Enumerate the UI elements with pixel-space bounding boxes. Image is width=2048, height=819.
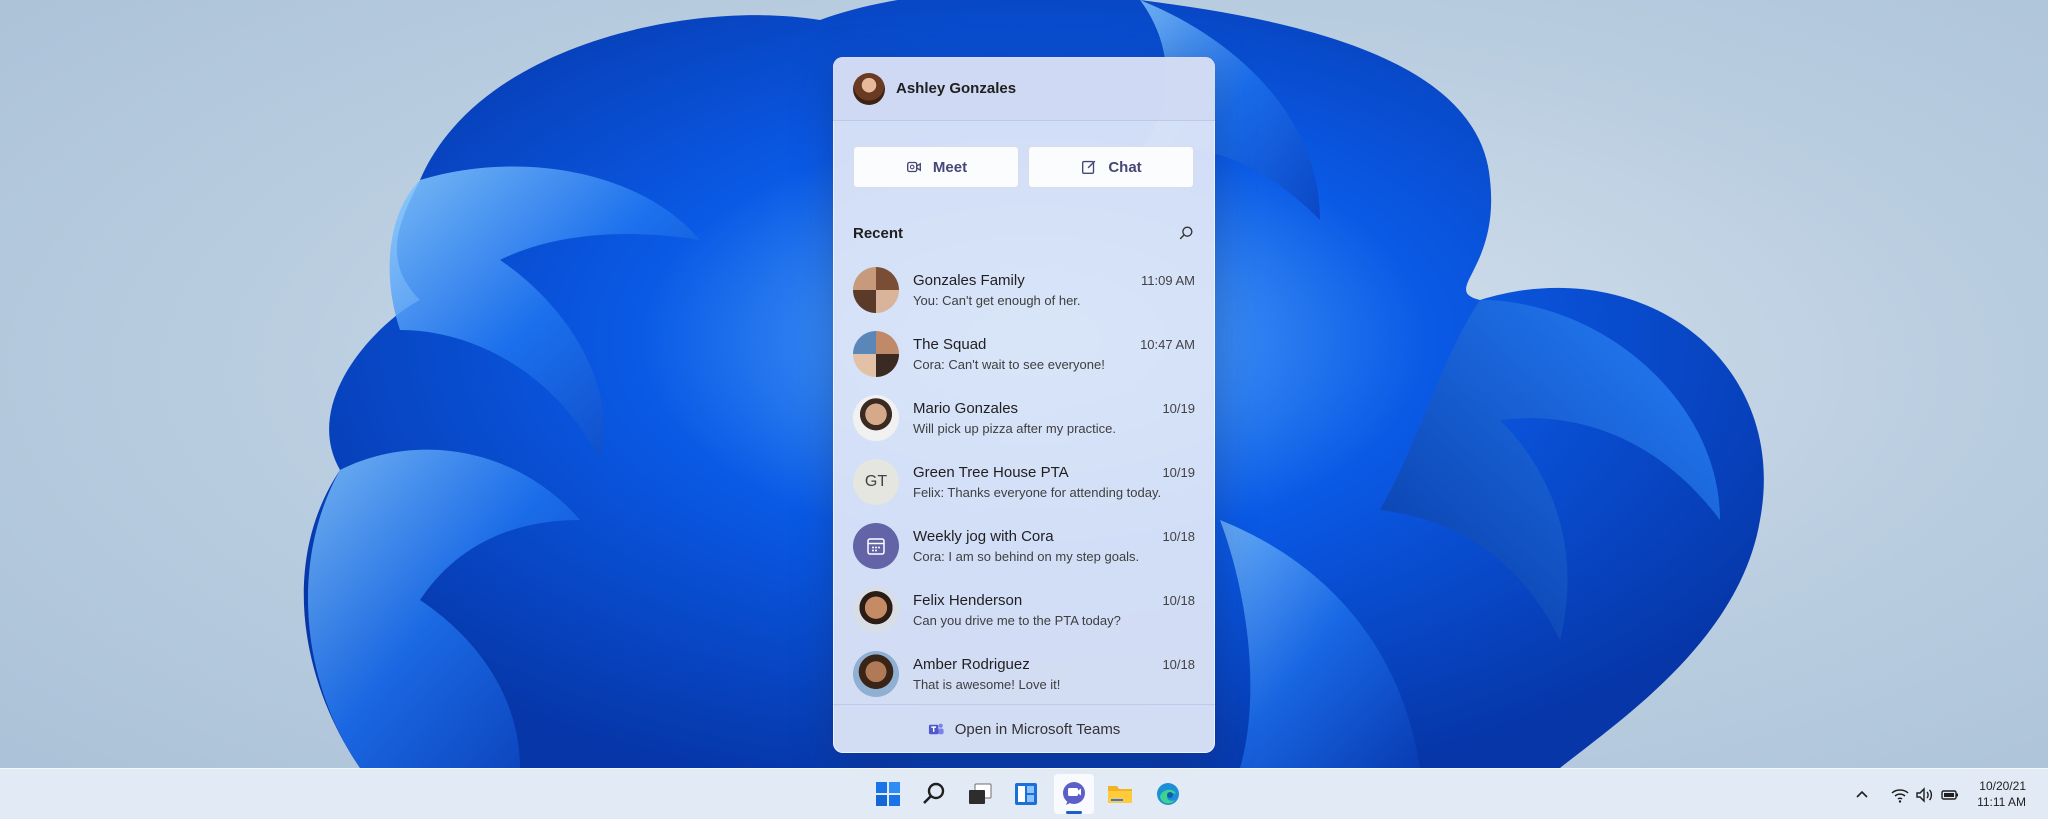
teams-chat-button[interactable]: [1054, 774, 1094, 814]
contact-avatar: [853, 587, 899, 633]
start-button[interactable]: [872, 778, 904, 810]
teams-icon: [928, 723, 944, 734]
video-camera-icon: [906, 161, 921, 173]
group-avatar: [853, 331, 899, 377]
user-avatar[interactable]: [853, 72, 885, 105]
edge-browser-button[interactable]: [1152, 778, 1184, 810]
group-avatar: [853, 267, 899, 313]
chat-preview: Will pick up pizza after my practice.: [913, 421, 1117, 436]
volume-icon[interactable]: [1914, 785, 1934, 805]
chat-time: 10:47 AM: [1140, 337, 1195, 352]
open-in-teams-link[interactable]: Open in Microsoft Teams: [833, 704, 1215, 753]
taskbar-clock[interactable]: 10/20/21 11:11 AM: [1977, 778, 2026, 810]
clock-time: 11:11 AM: [1977, 795, 2026, 809]
chat-name: Felix Henderson: [913, 592, 1023, 609]
chevron-up-icon[interactable]: [1852, 785, 1872, 805]
search-icon[interactable]: [1177, 224, 1195, 242]
chat-time: 10/19: [1162, 465, 1195, 480]
system-tray: [1852, 769, 1960, 819]
chat-time: 10/18: [1162, 657, 1195, 672]
recent-chat-list: Gonzales Family 11:09 AM You: Can't get …: [833, 250, 1215, 706]
widgets-icon: [1015, 783, 1037, 805]
chat-name: Green Tree House PTA: [913, 464, 1069, 481]
chat-name: Weekly jog with Cora: [913, 528, 1054, 545]
chat-item-mario-gonzales[interactable]: Mario Gonzales 10/19 Will pick up pizza …: [833, 386, 1215, 450]
user-name: Ashley Gonzales: [896, 80, 1017, 97]
chat-item-the-squad[interactable]: The Squad 10:47 AM Cora: Can't wait to s…: [833, 322, 1215, 386]
compose-icon: [1082, 160, 1096, 174]
contact-avatar: [853, 651, 899, 697]
chat-preview: Felix: Thanks everyone for attending tod…: [913, 485, 1162, 500]
edge-icon: [1157, 783, 1179, 805]
chat-item-gonzales-family[interactable]: Gonzales Family 11:09 AM You: Can't get …: [833, 258, 1215, 322]
chat-name: Gonzales Family: [913, 272, 1025, 289]
clock-date: 10/20/21: [1979, 779, 2026, 793]
chat-button[interactable]: Chat: [1028, 146, 1194, 188]
teams-chat-flyout: Ashley Gonzales Meet Chat Recent Gonzale…: [833, 57, 1215, 753]
chat-item-felix-henderson[interactable]: Felix Henderson 10/18 Can you drive me t…: [833, 578, 1215, 642]
chat-time: 11:09 AM: [1141, 273, 1195, 288]
chat-item-green-tree-house-pta[interactable]: GT Green Tree House PTA 10/19 Felix: Tha…: [833, 450, 1215, 514]
meeting-avatar: [853, 523, 899, 569]
taskbar: 10/20/21 11:11 AM: [0, 768, 2048, 819]
task-view-icon: [969, 783, 992, 804]
chat-name: The Squad: [913, 336, 987, 353]
chat-preview: You: Can't get enough of her.: [913, 293, 1081, 308]
chat-item-weekly-jog[interactable]: Weekly jog with Cora 10/18 Cora: I am so…: [833, 514, 1215, 578]
battery-icon[interactable]: [1940, 785, 1960, 805]
chat-label: Chat: [1108, 158, 1142, 176]
widgets-button[interactable]: [1010, 778, 1042, 810]
chat-time: 10/18: [1162, 593, 1195, 608]
chat-time: 10/18: [1162, 529, 1195, 544]
search-button[interactable]: [918, 778, 950, 810]
initials-avatar: GT: [853, 459, 899, 505]
contact-avatar: [853, 395, 899, 441]
chat-name: Amber Rodriguez: [913, 656, 1030, 673]
wifi-icon[interactable]: [1890, 785, 1910, 805]
chat-preview: That is awesome! Love it!: [913, 677, 1061, 692]
chat-preview: Can you drive me to the PTA today?: [913, 613, 1121, 628]
flyout-header: Ashley Gonzales: [833, 57, 1215, 121]
chat-time: 10/19: [1162, 401, 1195, 416]
chat-preview: Cora: Can't wait to see everyone!: [913, 357, 1105, 372]
meet-label: Meet: [932, 158, 968, 176]
chat-preview: Cora: I am so behind on my step goals.: [913, 549, 1140, 564]
file-explorer-icon: [1108, 786, 1132, 803]
teams-chat-icon: [1063, 782, 1085, 805]
task-view-button[interactable]: [964, 778, 996, 810]
active-indicator: [1066, 811, 1082, 814]
footer-label: Open in Microsoft Teams: [954, 720, 1121, 738]
recent-header: Recent: [833, 188, 1215, 250]
chat-item-amber-rodriguez[interactable]: Amber Rodriguez 10/18 That is awesome! L…: [833, 642, 1215, 706]
recent-title: Recent: [853, 224, 904, 242]
file-explorer-button[interactable]: [1104, 778, 1136, 810]
search-icon: [923, 782, 945, 804]
chat-name: Mario Gonzales: [913, 400, 1019, 417]
calendar-icon: [867, 538, 885, 555]
start-icon: [876, 782, 900, 806]
meet-button[interactable]: Meet: [853, 146, 1019, 188]
action-buttons: Meet Chat: [833, 121, 1215, 188]
